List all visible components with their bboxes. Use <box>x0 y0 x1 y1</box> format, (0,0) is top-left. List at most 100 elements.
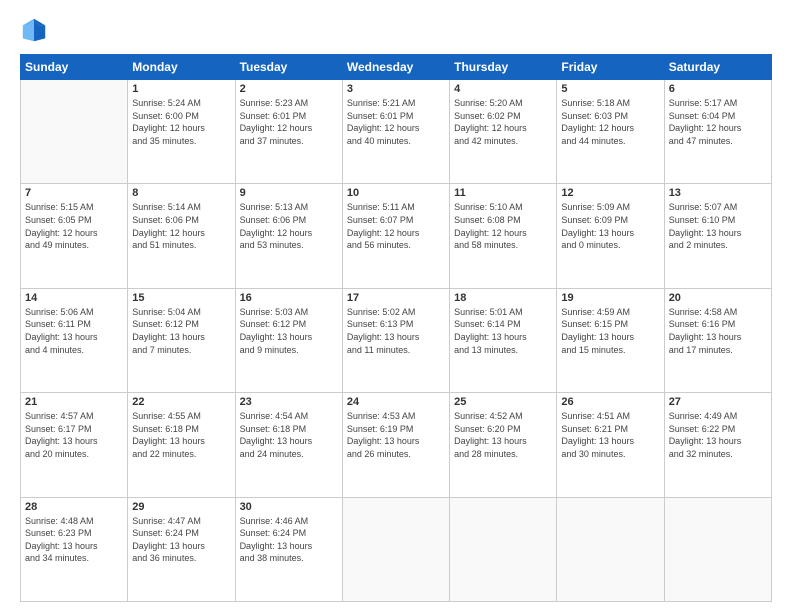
weekday-row: SundayMondayTuesdayWednesdayThursdayFrid… <box>21 55 772 80</box>
day-info: Sunrise: 5:10 AM Sunset: 6:08 PM Dayligh… <box>454 201 552 251</box>
logo <box>20 16 52 44</box>
calendar-week-row: 1 Sunrise: 5:24 AM Sunset: 6:00 PM Daylig… <box>21 80 772 184</box>
calendar-cell: 21 Sunrise: 4:57 AM Sunset: 6:17 PM Dayli… <box>21 393 128 497</box>
day-number: 14 <box>25 292 123 304</box>
calendar-cell: 17Sunrise: 5:02 AM Sunset: 6:13 PM Dayli… <box>342 288 449 392</box>
day-number: 18 <box>454 292 552 304</box>
calendar-page: SundayMondayTuesdayWednesdayThursdayFrid… <box>0 0 792 612</box>
calendar-cell <box>450 497 557 601</box>
day-info: Sunrise: 5:14 AM Sunset: 6:06 PM Dayligh… <box>132 201 230 251</box>
day-number: 9 <box>240 187 338 199</box>
day-number: 11 <box>454 187 552 199</box>
day-info: Sunrise: 4:54 AM Sunset: 6:18 PM Dayligh… <box>240 410 338 460</box>
day-number: 22 <box>132 396 230 408</box>
calendar-cell <box>664 497 771 601</box>
day-info: Sunrise: 4:48 AM Sunset: 6:23 PM Dayligh… <box>25 515 123 565</box>
day-number: 7 <box>25 187 123 199</box>
day-number: 28 <box>25 501 123 513</box>
day-info: Sunrise: 5:23 AM Sunset: 6:01 PM Dayligh… <box>240 97 338 147</box>
day-number: 17 <box>347 292 445 304</box>
day-info: Sunrise: 4:57 AM Sunset: 6:17 PM Dayligh… <box>25 410 123 460</box>
calendar-cell: 3 Sunrise: 5:21 AM Sunset: 6:01 PM Daylig… <box>342 80 449 184</box>
day-number: 30 <box>240 501 338 513</box>
day-number: 21 <box>25 396 123 408</box>
calendar-week-row: 7Sunrise: 5:15 AM Sunset: 6:05 PM Daylig… <box>21 184 772 288</box>
calendar-cell: 24 Sunrise: 4:53 AM Sunset: 6:19 PM Dayli… <box>342 393 449 497</box>
day-number: 16 <box>240 292 338 304</box>
calendar-cell: 13 Sunrise: 5:07 AM Sunset: 6:10 PM Dayli… <box>664 184 771 288</box>
day-number: 6 <box>669 83 767 95</box>
day-info: Sunrise: 5:13 AM Sunset: 6:06 PM Dayligh… <box>240 201 338 251</box>
day-number: 24 <box>347 396 445 408</box>
calendar-cell: 19 Sunrise: 4:59 AM Sunset: 6:15 PM Dayli… <box>557 288 664 392</box>
calendar-cell: 11 Sunrise: 5:10 AM Sunset: 6:08 PM Dayli… <box>450 184 557 288</box>
weekday-header: Sunday <box>21 55 128 80</box>
calendar-cell: 18 Sunrise: 5:01 AM Sunset: 6:14 PM Dayli… <box>450 288 557 392</box>
calendar-cell: 30 Sunrise: 4:46 AM Sunset: 6:24 PM Dayli… <box>235 497 342 601</box>
weekday-header: Thursday <box>450 55 557 80</box>
calendar-cell: 4 Sunrise: 5:20 AM Sunset: 6:02 PM Daylig… <box>450 80 557 184</box>
day-number: 23 <box>240 396 338 408</box>
day-number: 25 <box>454 396 552 408</box>
calendar-cell: 28 Sunrise: 4:48 AM Sunset: 6:23 PM Dayli… <box>21 497 128 601</box>
day-number: 13 <box>669 187 767 199</box>
calendar-cell: 23 Sunrise: 4:54 AM Sunset: 6:18 PM Dayli… <box>235 393 342 497</box>
day-info: Sunrise: 5:20 AM Sunset: 6:02 PM Dayligh… <box>454 97 552 147</box>
day-info: Sunrise: 4:47 AM Sunset: 6:24 PM Dayligh… <box>132 515 230 565</box>
day-number: 4 <box>454 83 552 95</box>
day-info: Sunrise: 4:52 AM Sunset: 6:20 PM Dayligh… <box>454 410 552 460</box>
calendar-cell <box>342 497 449 601</box>
calendar-week-row: 28 Sunrise: 4:48 AM Sunset: 6:23 PM Dayli… <box>21 497 772 601</box>
calendar-cell: 14Sunrise: 5:06 AM Sunset: 6:11 PM Dayli… <box>21 288 128 392</box>
calendar-cell: 6 Sunrise: 5:17 AM Sunset: 6:04 PM Daylig… <box>664 80 771 184</box>
day-number: 1 <box>132 83 230 95</box>
day-info: Sunrise: 5:09 AM Sunset: 6:09 PM Dayligh… <box>561 201 659 251</box>
day-info: Sunrise: 5:17 AM Sunset: 6:04 PM Dayligh… <box>669 97 767 147</box>
weekday-header: Wednesday <box>342 55 449 80</box>
day-info: Sunrise: 5:21 AM Sunset: 6:01 PM Dayligh… <box>347 97 445 147</box>
day-info: Sunrise: 4:53 AM Sunset: 6:19 PM Dayligh… <box>347 410 445 460</box>
calendar-header: SundayMondayTuesdayWednesdayThursdayFrid… <box>21 55 772 80</box>
weekday-header: Tuesday <box>235 55 342 80</box>
day-info: Sunrise: 5:07 AM Sunset: 6:10 PM Dayligh… <box>669 201 767 251</box>
calendar-cell: 9 Sunrise: 5:13 AM Sunset: 6:06 PM Daylig… <box>235 184 342 288</box>
calendar-cell: 8 Sunrise: 5:14 AM Sunset: 6:06 PM Daylig… <box>128 184 235 288</box>
day-number: 8 <box>132 187 230 199</box>
day-info: Sunrise: 5:24 AM Sunset: 6:00 PM Dayligh… <box>132 97 230 147</box>
calendar-cell: 27 Sunrise: 4:49 AM Sunset: 6:22 PM Dayli… <box>664 393 771 497</box>
calendar-cell: 29Sunrise: 4:47 AM Sunset: 6:24 PM Dayli… <box>128 497 235 601</box>
logo-icon <box>20 16 48 44</box>
day-info: Sunrise: 5:11 AM Sunset: 6:07 PM Dayligh… <box>347 201 445 251</box>
calendar-body: 1 Sunrise: 5:24 AM Sunset: 6:00 PM Daylig… <box>21 80 772 602</box>
calendar-cell: 22Sunrise: 4:55 AM Sunset: 6:18 PM Dayli… <box>128 393 235 497</box>
calendar-cell: 20 Sunrise: 4:58 AM Sunset: 6:16 PM Dayli… <box>664 288 771 392</box>
calendar-cell: 12 Sunrise: 5:09 AM Sunset: 6:09 PM Dayli… <box>557 184 664 288</box>
day-info: Sunrise: 5:01 AM Sunset: 6:14 PM Dayligh… <box>454 306 552 356</box>
day-info: Sunrise: 4:49 AM Sunset: 6:22 PM Dayligh… <box>669 410 767 460</box>
weekday-header: Monday <box>128 55 235 80</box>
calendar-table: SundayMondayTuesdayWednesdayThursdayFrid… <box>20 54 772 602</box>
calendar-cell: 2 Sunrise: 5:23 AM Sunset: 6:01 PM Daylig… <box>235 80 342 184</box>
calendar-cell: 7Sunrise: 5:15 AM Sunset: 6:05 PM Daylig… <box>21 184 128 288</box>
day-info: Sunrise: 5:03 AM Sunset: 6:12 PM Dayligh… <box>240 306 338 356</box>
day-info: Sunrise: 4:51 AM Sunset: 6:21 PM Dayligh… <box>561 410 659 460</box>
calendar-cell: 1 Sunrise: 5:24 AM Sunset: 6:00 PM Daylig… <box>128 80 235 184</box>
day-number: 20 <box>669 292 767 304</box>
calendar-week-row: 21 Sunrise: 4:57 AM Sunset: 6:17 PM Dayli… <box>21 393 772 497</box>
day-info: Sunrise: 4:46 AM Sunset: 6:24 PM Dayligh… <box>240 515 338 565</box>
calendar-cell: 26 Sunrise: 4:51 AM Sunset: 6:21 PM Dayli… <box>557 393 664 497</box>
calendar-cell: 16 Sunrise: 5:03 AM Sunset: 6:12 PM Dayli… <box>235 288 342 392</box>
day-number: 10 <box>347 187 445 199</box>
day-number: 26 <box>561 396 659 408</box>
day-number: 12 <box>561 187 659 199</box>
day-number: 2 <box>240 83 338 95</box>
header <box>20 16 772 44</box>
day-number: 3 <box>347 83 445 95</box>
calendar-cell: 5Sunrise: 5:18 AM Sunset: 6:03 PM Daylig… <box>557 80 664 184</box>
day-info: Sunrise: 4:58 AM Sunset: 6:16 PM Dayligh… <box>669 306 767 356</box>
day-info: Sunrise: 4:59 AM Sunset: 6:15 PM Dayligh… <box>561 306 659 356</box>
day-number: 27 <box>669 396 767 408</box>
day-number: 19 <box>561 292 659 304</box>
calendar-cell <box>21 80 128 184</box>
calendar-cell <box>557 497 664 601</box>
